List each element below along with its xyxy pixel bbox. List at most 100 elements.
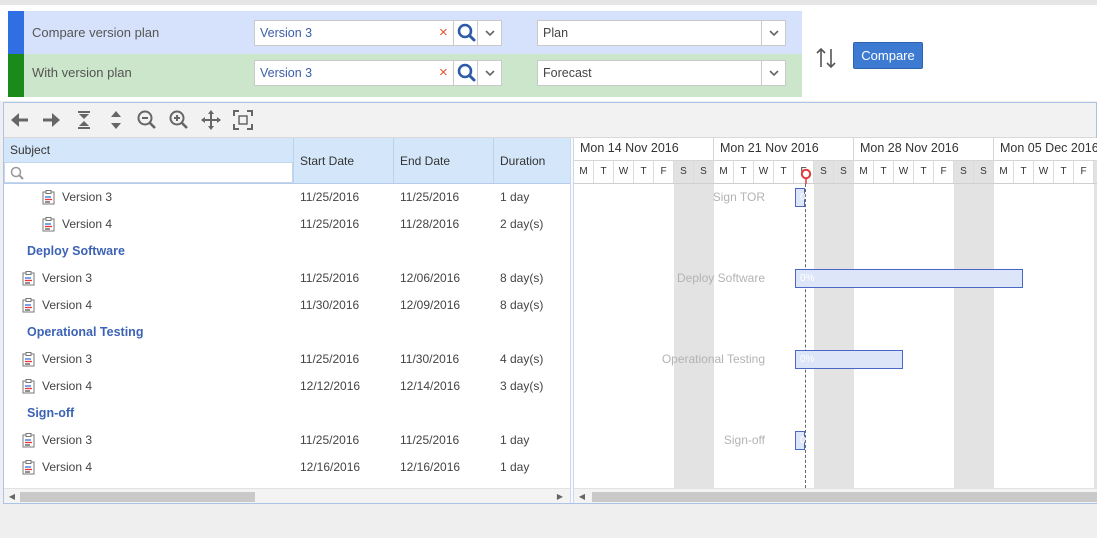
day-letter: W xyxy=(894,161,914,183)
day-letter: T xyxy=(634,161,654,183)
task-name: Version 3 xyxy=(62,190,113,204)
week-label: Mon 28 Nov 2016 xyxy=(854,138,994,161)
table-row[interactable]: Version 4 11/25/2016 11/28/2016 2 day(s) xyxy=(4,211,570,238)
fit-screen-icon[interactable] xyxy=(231,108,255,132)
search-icon[interactable] xyxy=(453,61,479,85)
day-letter: M xyxy=(574,161,594,183)
compare-type-value[interactable]: Plan xyxy=(543,21,568,46)
chevron-down-icon[interactable] xyxy=(761,61,785,85)
table-row[interactable]: Version 4 12/16/2016 12/16/2016 1 day xyxy=(4,454,570,481)
chart-scroll-thumb[interactable] xyxy=(592,492,1097,502)
start-date-cell: 12/12/2016 xyxy=(300,379,361,393)
task-name: Version 4 xyxy=(42,298,93,312)
chevron-down-icon[interactable] xyxy=(761,21,785,45)
start-date-cell: 11/25/2016 xyxy=(300,352,360,366)
day-letter: T xyxy=(774,161,794,183)
with-version-value[interactable]: Version 3 xyxy=(260,61,312,86)
scroll-right-icon[interactable]: ▶ xyxy=(554,490,566,503)
week-label: Mon 14 Nov 2016 xyxy=(574,138,714,161)
chart-body: 0% Sign TOR 0% Deploy Software 0% Operational… xyxy=(574,184,1097,488)
collapse-vertical-icon[interactable] xyxy=(72,108,96,132)
day-letter: F xyxy=(934,161,954,183)
with-type-value[interactable]: Forecast xyxy=(543,61,592,86)
group-row[interactable]: Deploy Software xyxy=(4,238,570,265)
table-row[interactable]: Version 3 11/25/2016 11/25/2016 1 day xyxy=(4,184,570,211)
today-marker-icon xyxy=(800,168,812,184)
task-name: Version 4 xyxy=(42,460,93,474)
day-letter: S xyxy=(974,161,994,183)
duration-header-label: Duration xyxy=(500,154,546,168)
day-letter: M xyxy=(994,161,1014,183)
with-type-select[interactable]: Forecast xyxy=(537,60,786,86)
task-name: Version 3 xyxy=(42,271,93,285)
search-icon xyxy=(10,166,24,180)
task-bar[interactable]: 0% xyxy=(795,269,1023,288)
swap-icon[interactable] xyxy=(814,45,838,71)
day-letter: W xyxy=(614,161,634,183)
table-row[interactable]: Version 3 11/25/2016 12/06/2016 8 day(s) xyxy=(4,265,570,292)
compare-version-value[interactable]: Version 3 xyxy=(260,21,312,46)
task-icon xyxy=(22,433,35,448)
day-letter: S xyxy=(814,161,834,183)
arrow-right-icon[interactable] xyxy=(39,108,63,132)
duration-cell: 1 day xyxy=(500,460,530,474)
start-date-cell: 11/25/2016 xyxy=(300,271,360,285)
chart-horizontal-scrollbar[interactable]: ◀ xyxy=(574,488,1097,503)
zoom-out-icon[interactable] xyxy=(135,108,159,132)
end-date-cell: 12/14/2016 xyxy=(400,379,461,393)
week-label: Mon 05 Dec 2016 xyxy=(994,138,1097,161)
column-header-start-date[interactable]: Start Date xyxy=(294,138,394,183)
compare-type-select[interactable]: Plan xyxy=(537,20,786,46)
grid-scroll-thumb[interactable] xyxy=(20,492,255,502)
end-date-header-label: End Date xyxy=(400,154,451,168)
gantt-panel: Subject Start Date End Date Duration Ver… xyxy=(3,102,1097,504)
group-row[interactable]: Sign-off xyxy=(4,400,570,427)
end-date-cell: 12/06/2016 xyxy=(400,271,461,285)
compare-version-combo[interactable]: Version 3 × xyxy=(254,20,502,46)
with-version-combo[interactable]: Version 3 × xyxy=(254,60,502,86)
table-row[interactable]: Version 4 12/12/2016 12/14/2016 3 day(s) xyxy=(4,373,570,400)
expand-vertical-icon[interactable] xyxy=(104,108,128,132)
task-bar-label: Sign TOR xyxy=(712,190,765,204)
search-icon[interactable] xyxy=(453,21,479,45)
end-date-cell: 11/28/2016 xyxy=(400,217,460,231)
day-letter: S xyxy=(694,161,714,183)
clear-icon[interactable]: × xyxy=(439,63,448,83)
week-label: Mon 21 Nov 2016 xyxy=(714,138,854,161)
clear-icon[interactable]: × xyxy=(439,23,448,43)
grid-horizontal-scrollbar[interactable]: ◀ ▶ xyxy=(4,488,570,503)
start-date-header-label: Start Date xyxy=(300,154,355,168)
task-bar[interactable]: 0% xyxy=(795,431,814,450)
column-header-duration[interactable]: Duration xyxy=(494,138,570,183)
day-letter: W xyxy=(754,161,774,183)
table-row[interactable]: Version 4 11/30/2016 12/09/2016 8 day(s) xyxy=(4,292,570,319)
zoom-in-icon[interactable] xyxy=(167,108,191,132)
arrow-left-icon[interactable] xyxy=(8,108,32,132)
task-bar-label: Deploy Software xyxy=(676,271,765,285)
column-header-end-date[interactable]: End Date xyxy=(394,138,494,183)
start-date-cell: 11/25/2016 xyxy=(300,433,360,447)
table-row[interactable]: Version 3 11/25/2016 11/25/2016 1 day xyxy=(4,427,570,454)
end-date-cell: 12/16/2016 xyxy=(400,460,461,474)
weekend-column xyxy=(814,184,854,488)
end-date-cell: 12/09/2016 xyxy=(400,298,461,312)
compare-accent-bar xyxy=(8,11,24,54)
task-icon xyxy=(22,271,35,286)
group-row[interactable]: Operational Testing xyxy=(4,319,570,346)
weekend-column xyxy=(674,184,714,488)
column-header-subject[interactable]: Subject xyxy=(4,138,294,183)
group-name: Deploy Software xyxy=(27,244,125,258)
scroll-left-icon[interactable]: ◀ xyxy=(576,490,588,503)
compare-button[interactable]: Compare xyxy=(853,42,923,69)
chevron-down-icon[interactable] xyxy=(477,21,501,45)
start-date-cell: 11/25/2016 xyxy=(300,217,360,231)
move-icon[interactable] xyxy=(199,108,223,132)
gantt-chart: Mon 14 Nov 2016 Mon 21 Nov 2016 Mon 28 Nov… xyxy=(574,138,1097,503)
task-bar[interactable]: 0% xyxy=(795,188,814,207)
task-bar[interactable]: 0% xyxy=(795,350,903,369)
table-row[interactable]: Version 3 11/25/2016 11/30/2016 4 day(s) xyxy=(4,346,570,373)
scroll-left-icon[interactable]: ◀ xyxy=(6,490,18,503)
subject-filter-input[interactable] xyxy=(4,162,293,183)
chevron-down-icon[interactable] xyxy=(477,61,501,85)
day-letter: S xyxy=(954,161,974,183)
